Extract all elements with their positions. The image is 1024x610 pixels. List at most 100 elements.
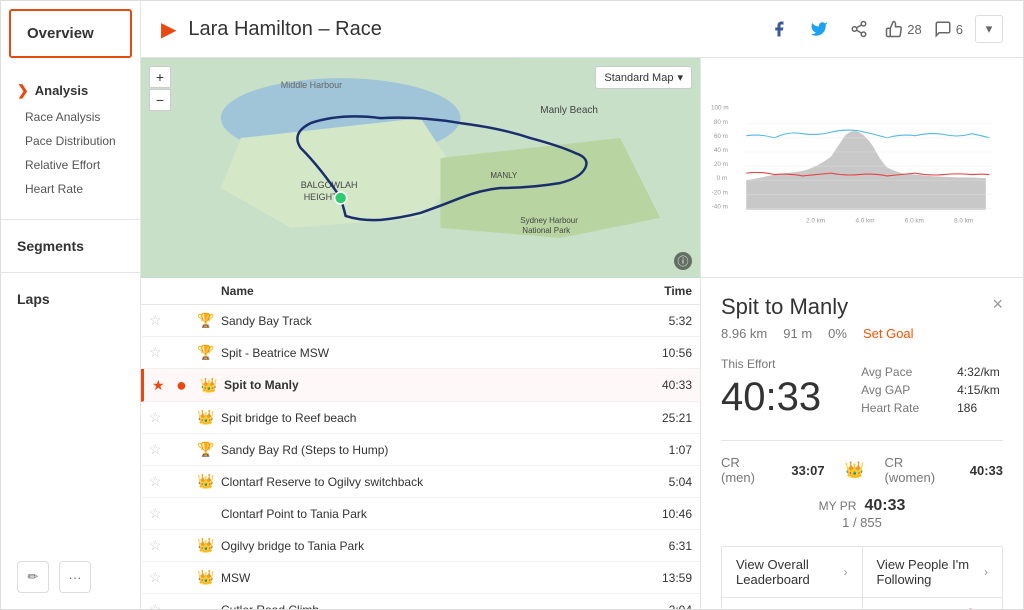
table-row[interactable]: ☆ 👑 Ogilvy bridge to Tania Park 6:31 <box>141 530 700 562</box>
close-segment-button[interactable]: × <box>992 294 1003 315</box>
sidebar-analysis-section: ❯ Analysis Race Analysis Pace Distributi… <box>1 66 140 211</box>
svg-text:-20 m: -20 m <box>712 189 728 196</box>
star-icon[interactable]: ☆ <box>149 505 173 522</box>
heart-rate-label: Heart Rate <box>861 401 941 415</box>
segment-name: Spit bridge to Reef beach <box>221 411 622 425</box>
more-button[interactable]: ··· <box>59 561 91 593</box>
crown-icon: 👑 <box>200 377 224 394</box>
zoom-in-button[interactable]: + <box>149 66 171 88</box>
action-link-item[interactable]: View People I'm Following › <box>863 547 1003 597</box>
effort-label: This Effort <box>721 357 821 371</box>
chart-container: 100 m 80 m 60 m 40 m 20 m 0 m -20 m -40 … <box>701 58 1023 278</box>
sidebar-divider-1 <box>1 219 140 220</box>
svg-text:MANLY: MANLY <box>490 171 518 180</box>
table-row[interactable]: ☆ 🏆 Sandy Bay Rd (Steps to Hump) 1:07 <box>141 434 700 466</box>
segment-time: 5:04 <box>622 475 692 489</box>
map-info-button[interactable]: ⓘ <box>674 252 692 270</box>
action-link-label: View Overall Leaderboard <box>736 557 844 587</box>
star-icon[interactable]: ☆ <box>149 344 173 361</box>
star-icon[interactable]: ☆ <box>149 537 173 554</box>
star-icon[interactable]: ☆ <box>149 601 173 609</box>
edit-button[interactable]: ✏ <box>17 561 49 593</box>
trophy-icon: 🏆 <box>197 312 221 329</box>
svg-text:0 m: 0 m <box>717 175 728 182</box>
main-content: ▶ Lara Hamilton – Race 28 <box>141 1 1023 609</box>
svg-text:80 m: 80 m <box>714 119 728 126</box>
segment-name: Sandy Bay Track <box>221 314 622 328</box>
star-icon[interactable]: ★ <box>152 377 176 394</box>
segment-name-large: Spit to Manly <box>721 294 848 320</box>
svg-text:Sydney Harbour: Sydney Harbour <box>520 216 578 225</box>
sidebar-overview[interactable]: Overview <box>9 9 132 58</box>
table-row[interactable]: ☆ 👑 Spit bridge to Reef beach 25:21 <box>141 402 700 434</box>
table-row[interactable]: ☆ Clontarf Point to Tania Park 10:46 <box>141 498 700 530</box>
col-time-header: Time <box>622 284 692 298</box>
sidebar-item-heart-rate[interactable]: Heart Rate <box>1 177 140 201</box>
active-indicator: ● <box>176 376 200 394</box>
sidebar-laps[interactable]: Laps <box>1 281 140 317</box>
effort-section: This Effort 40:33 Avg Pace 4:32/km Avg G… <box>721 357 1003 420</box>
like-button[interactable]: 28 <box>885 20 921 38</box>
map-controls: + − <box>149 66 171 111</box>
segment-time: 10:46 <box>622 507 692 521</box>
set-goal-link[interactable]: Set Goal <box>863 326 914 341</box>
star-icon[interactable]: ☆ <box>149 441 173 458</box>
comment-count: 6 <box>956 22 963 37</box>
svg-text:4.0 km: 4.0 km <box>855 217 874 224</box>
dropdown-button[interactable]: ▾ <box>975 15 1003 43</box>
sidebar-divider-2 <box>1 272 140 273</box>
sidebar-item-relative-effort[interactable]: Relative Effort <box>1 153 140 177</box>
segment-name: Ogilvy bridge to Tania Park <box>221 539 622 553</box>
table-row[interactable]: ☆ Cutler Road Climb 2:04 <box>141 594 700 609</box>
map-svg: Middle Harbour Manly Beach BALGOWLAH HEI… <box>141 58 700 278</box>
chevron-icon: ❯ <box>17 82 29 99</box>
action-link-item[interactable]: View My Efforts › <box>722 598 862 609</box>
sidebar-segments[interactable]: Segments <box>1 228 140 264</box>
table-row[interactable]: ☆ 🏆 Spit - Beatrice MSW 10:56 <box>141 337 700 369</box>
star-icon[interactable]: ☆ <box>149 473 173 490</box>
star-icon[interactable]: ☆ <box>149 409 173 426</box>
action-link-item[interactable]: By Age Group 🔥 › <box>863 598 1003 609</box>
page-title: Lara Hamilton – Race <box>188 18 753 41</box>
segment-detail-header: Spit to Manly × <box>721 294 1003 320</box>
strava-flame-icon: 🔥 <box>963 608 980 609</box>
segment-time: 5:32 <box>622 314 692 328</box>
action-link-item[interactable]: View Overall Leaderboard › <box>722 547 862 597</box>
avg-pace-row: Avg Pace 4:32/km <box>861 365 1000 379</box>
page-header: ▶ Lara Hamilton – Race 28 <box>141 1 1023 58</box>
table-row[interactable]: ☆ 👑 MSW 13:59 <box>141 562 700 594</box>
sidebar-item-pace-distribution[interactable]: Pace Distribution <box>1 129 140 153</box>
sidebar-item-race-analysis[interactable]: Race Analysis <box>1 105 140 129</box>
segment-distance: 8.96 km <box>721 326 767 341</box>
cr-women-value: 40:33 <box>970 463 1003 478</box>
svg-text:20 m: 20 m <box>714 161 728 168</box>
zoom-out-button[interactable]: − <box>149 89 171 111</box>
svg-text:60 m: 60 m <box>714 133 728 140</box>
segment-time: 40:33 <box>622 378 692 392</box>
sidebar-analysis-title[interactable]: ❯ Analysis <box>1 76 140 105</box>
segment-name: Spit to Manly <box>224 378 622 392</box>
table-row[interactable]: ☆ 👑 Clontarf Reserve to Ogilvy switchbac… <box>141 466 700 498</box>
action-link-label: View People I'm Following <box>877 557 985 587</box>
left-panel: Middle Harbour Manly Beach BALGOWLAH HEI… <box>141 58 701 609</box>
avg-gap-value: 4:15/km <box>957 383 1000 397</box>
segments-table: Name Time ☆ 🏆 Sandy Bay Track 5:32 ☆ 🏆 S… <box>141 278 700 609</box>
avg-pace-label: Avg Pace <box>861 365 941 379</box>
facebook-button[interactable] <box>765 15 793 43</box>
cr-women-label: CR (women) <box>885 455 950 485</box>
pr-section: MY PR 40:33 1 / 855 <box>721 497 1003 530</box>
segment-time: 6:31 <box>622 539 692 553</box>
map-type-button[interactable]: Standard Map ▾ <box>595 66 692 89</box>
trophy-icon: 🏆 <box>197 344 221 361</box>
twitter-button[interactable] <box>805 15 833 43</box>
segment-time: 1:07 <box>622 443 692 457</box>
comment-button[interactable]: 6 <box>934 20 963 38</box>
strava-brand-icon: ▶ <box>161 17 176 42</box>
svg-text:40 m: 40 m <box>714 147 728 154</box>
table-row[interactable]: ★ ● 👑 Spit to Manly 40:33 <box>141 369 700 402</box>
star-icon[interactable]: ☆ <box>149 569 173 586</box>
table-header: Name Time <box>141 278 700 305</box>
table-row[interactable]: ☆ 🏆 Sandy Bay Track 5:32 <box>141 305 700 337</box>
star-icon[interactable]: ☆ <box>149 312 173 329</box>
share-button[interactable] <box>845 15 873 43</box>
